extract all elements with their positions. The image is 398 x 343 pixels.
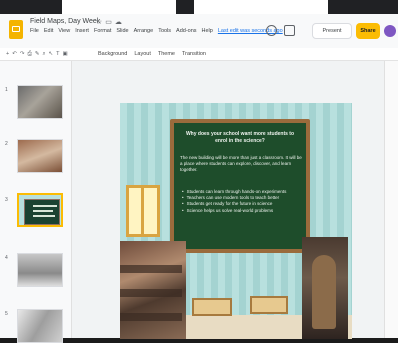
background-button[interactable]: Background: [98, 51, 127, 57]
share-button[interactable]: Share: [356, 23, 380, 39]
toolbar-icons: +↶↷⎙✎⌕↖T▣: [6, 51, 71, 58]
current-slide[interactable]: Why does your school want more students …: [120, 103, 352, 339]
slide-question: Why does your school want more students …: [185, 131, 295, 144]
classroom-photo[interactable]: [120, 241, 186, 339]
theme-button[interactable]: Theme: [158, 51, 175, 57]
layout-button[interactable]: Layout: [134, 51, 151, 57]
print-icon[interactable]: ⎙: [27, 51, 34, 57]
toolbar: +↶↷⎙✎⌕↖T▣ Background Layout Theme Transi…: [0, 48, 398, 61]
comment-icon[interactable]: [266, 25, 277, 36]
browser-top-strip: [0, 0, 398, 14]
slides-app: Field Maps, Day Week ☆▭☁ File Edit View …: [0, 14, 398, 343]
slides-logo-icon[interactable]: [9, 20, 23, 39]
title-icons: ☆▭☁: [96, 18, 125, 26]
chalkboard-textbox[interactable]: Why does your school want more students …: [170, 119, 310, 253]
toolbar-items: Background Layout Theme Transition: [98, 51, 206, 57]
menu-edit[interactable]: Edit: [44, 28, 53, 37]
slide-thumbnail-1[interactable]: [17, 85, 63, 119]
bullet-item: Science helps us solve real-world proble…: [182, 208, 306, 214]
slide-thumbnail-4[interactable]: [17, 253, 63, 287]
slide-number: 2: [5, 141, 8, 147]
screen: Field Maps, Day Week ☆▭☁ File Edit View …: [0, 0, 398, 343]
slide-canvas[interactable]: Why does your school want more students …: [72, 61, 398, 339]
undo-icon[interactable]: ↶: [12, 51, 20, 57]
cloud-icon: ☁: [114, 19, 125, 26]
header-actions: Present Share: [260, 23, 396, 39]
folder-icon[interactable]: ▭: [105, 19, 115, 26]
slide-number: 1: [5, 87, 8, 93]
menu-insert[interactable]: Insert: [75, 28, 89, 37]
browser-tab-dark-mid: [176, 0, 194, 14]
star-icon[interactable]: ☆: [96, 19, 105, 26]
menu-file[interactable]: File: [30, 28, 39, 37]
browser-tab-dark-left: [0, 0, 62, 14]
menu-format[interactable]: Format: [94, 28, 111, 37]
menu-tools[interactable]: Tools: [158, 28, 171, 37]
slide-thumbnail-2[interactable]: [17, 139, 63, 173]
desk-image: [250, 296, 288, 314]
select-icon[interactable]: ↖: [49, 51, 57, 57]
slide-number: 5: [5, 311, 8, 317]
slide-thumbnail-3[interactable]: [17, 193, 63, 227]
slide-number: 3: [5, 197, 8, 203]
classroom-window-image: [126, 185, 160, 237]
slide-number: 4: [5, 255, 8, 261]
document-title[interactable]: Field Maps, Day Week: [30, 18, 100, 25]
transition-button[interactable]: Transition: [182, 51, 206, 57]
avatar[interactable]: [384, 25, 396, 37]
slide-bullets: Students can learn through hands-on expe…: [182, 189, 306, 214]
video-icon[interactable]: [284, 25, 295, 36]
menu-view[interactable]: View: [58, 28, 70, 37]
browser-tab-dark-right: [328, 0, 398, 14]
menu-slide[interactable]: Slide: [116, 28, 128, 37]
menu-arrange[interactable]: Arrange: [134, 28, 154, 37]
app-header: Field Maps, Day Week ☆▭☁ File Edit View …: [0, 14, 398, 48]
desk-image: [192, 298, 232, 316]
slide-intro: The new building will be more than just …: [180, 155, 302, 172]
student-photo[interactable]: [302, 237, 348, 339]
present-button[interactable]: Present: [312, 23, 352, 39]
menu-help[interactable]: Help: [202, 28, 213, 37]
menu-bar: File Edit View Insert Format Slide Arran…: [30, 28, 283, 37]
menu-addons[interactable]: Add-ons: [176, 28, 197, 37]
side-panel-strip: [384, 61, 398, 338]
filmstrip: 1 2 3 4 5: [0, 61, 72, 343]
image-icon[interactable]: ▣: [63, 51, 71, 57]
